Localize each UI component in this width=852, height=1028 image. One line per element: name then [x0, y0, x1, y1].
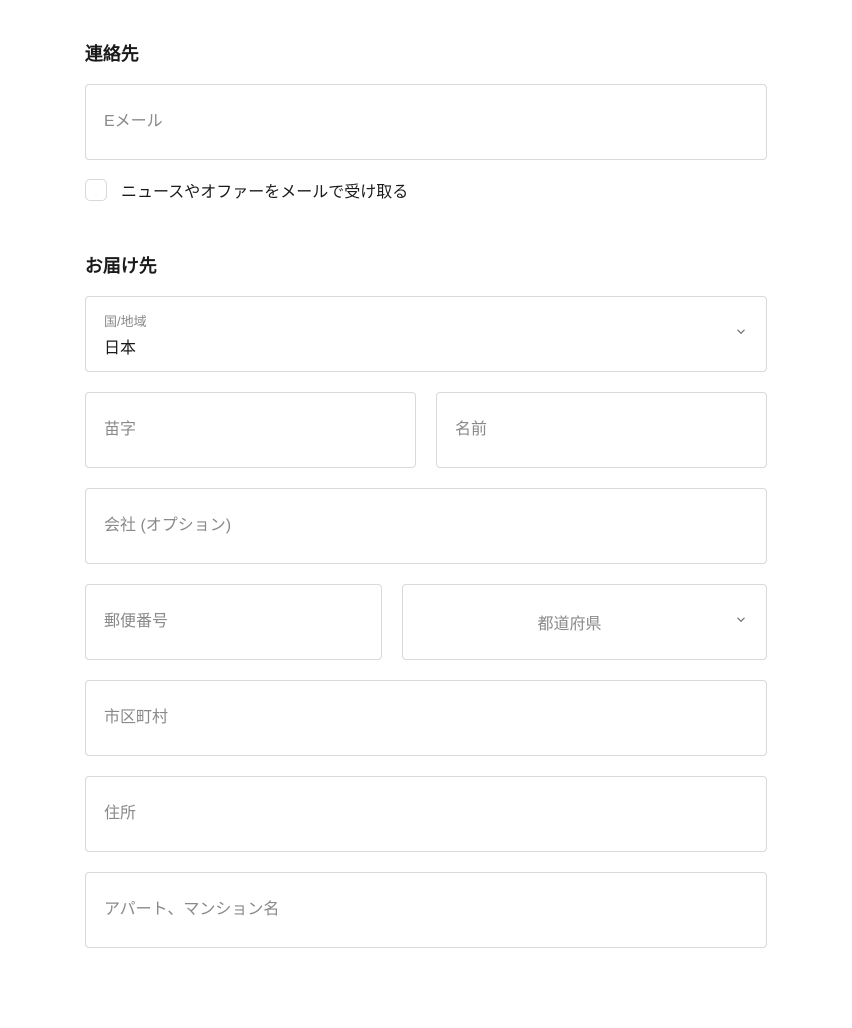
newsletter-row: ニュースやオファーをメールで受け取る	[85, 178, 767, 202]
country-select-label: 国/地域	[104, 311, 718, 330]
apartment-wrapper	[85, 872, 767, 948]
company-field[interactable]	[85, 488, 767, 564]
newsletter-label: ニュースやオファーをメールで受け取る	[121, 178, 408, 202]
chevron-down-icon	[734, 325, 748, 344]
contact-title: 連絡先	[85, 40, 767, 66]
newsletter-checkbox[interactable]	[85, 179, 107, 201]
country-select-value: 日本	[104, 334, 718, 358]
email-field[interactable]	[85, 84, 767, 160]
address-field[interactable]	[85, 776, 767, 852]
postal-prefecture-row: 都道府県	[85, 584, 767, 660]
apartment-field[interactable]	[85, 872, 767, 948]
last-name-wrapper	[85, 392, 416, 468]
postal-code-field[interactable]	[85, 584, 382, 660]
prefecture-select[interactable]: 都道府県	[402, 584, 767, 660]
chevron-down-icon	[734, 613, 748, 632]
name-row	[85, 392, 767, 468]
contact-section: 連絡先 ニュースやオファーをメールで受け取る	[85, 40, 767, 202]
first-name-field[interactable]	[436, 392, 767, 468]
city-wrapper	[85, 680, 767, 756]
delivery-title: お届け先	[85, 252, 767, 278]
city-field[interactable]	[85, 680, 767, 756]
postal-code-wrapper	[85, 584, 382, 660]
prefecture-placeholder: 都道府県	[537, 610, 601, 634]
country-select[interactable]: 国/地域 日本	[85, 296, 767, 372]
last-name-field[interactable]	[85, 392, 416, 468]
delivery-section: お届け先 国/地域 日本 都道府県	[85, 252, 767, 948]
company-wrapper	[85, 488, 767, 564]
first-name-wrapper	[436, 392, 767, 468]
address-wrapper	[85, 776, 767, 852]
email-field-wrapper	[85, 84, 767, 160]
